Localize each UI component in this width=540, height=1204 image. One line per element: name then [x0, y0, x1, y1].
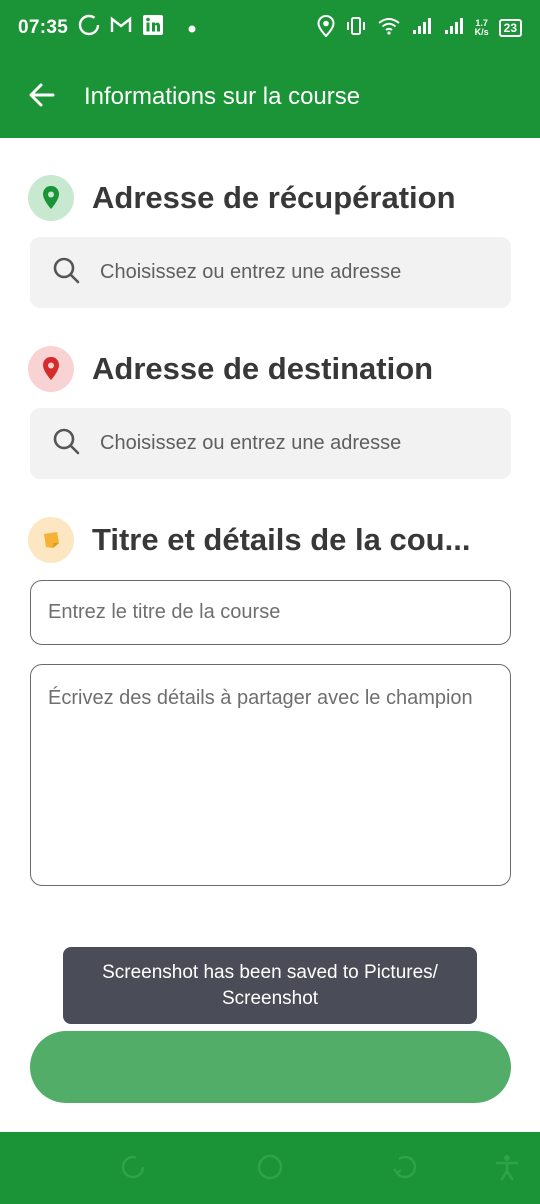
- toast-text: Screenshot has been saved to Pictures/ S…: [102, 961, 438, 1009]
- network-speed-unit: K/s: [474, 27, 489, 37]
- course-details-placeholder: Écrivez des détails à partager avec le c…: [48, 687, 473, 709]
- details-section-header: Titre et détails de la cou...: [28, 517, 470, 563]
- wifi-icon: [377, 16, 401, 40]
- network-speed: 1.7 K/s: [475, 19, 489, 37]
- dot-icon: [188, 17, 196, 39]
- destination-title: Adresse de destination: [92, 351, 434, 386]
- status-left: 07:35: [18, 14, 196, 42]
- back-icon: [391, 1153, 419, 1186]
- submit-button[interactable]: [30, 1031, 511, 1103]
- linkedin-icon: [142, 14, 164, 42]
- signal-icon: [443, 16, 465, 40]
- status-right: 1.7 K/s 23: [317, 14, 522, 41]
- recents-icon: [119, 1153, 147, 1186]
- search-icon: [52, 256, 80, 289]
- accessibility-icon: [493, 1153, 521, 1186]
- toolbar: Informations sur la course: [0, 60, 540, 134]
- circle-outline-icon: [78, 14, 100, 42]
- pickup-search-placeholder: Choisissez ou entrez une adresse: [100, 261, 402, 283]
- back-nav-button[interactable]: [390, 1154, 420, 1184]
- status-bar: 07:35 1.7 K/s 23: [0, 0, 540, 56]
- vibrate-icon: [345, 16, 367, 40]
- course-title-placeholder: Entrez le titre de la course: [48, 601, 281, 623]
- signal-icon: [411, 16, 433, 40]
- back-button[interactable]: [26, 81, 58, 113]
- location-icon: [317, 14, 335, 41]
- status-time: 07:35: [18, 17, 69, 38]
- app-bar: 07:35 1.7 K/s 23 Informations sur la cou…: [0, 0, 540, 138]
- home-button[interactable]: [255, 1154, 285, 1184]
- pickup-title: Adresse de récupération: [92, 180, 456, 215]
- destination-section-header: Adresse de destination: [28, 346, 433, 392]
- gmail-icon: [110, 16, 132, 40]
- search-icon: [52, 427, 80, 460]
- page-title: Informations sur la course: [84, 83, 361, 110]
- accessibility-button[interactable]: [492, 1154, 522, 1184]
- details-title: Titre et détails de la cou...: [92, 522, 471, 557]
- recents-button[interactable]: [118, 1154, 148, 1184]
- battery-icon: 23: [498, 19, 522, 37]
- battery-level: 23: [503, 21, 517, 35]
- note-icon: [28, 517, 74, 563]
- home-icon: [256, 1153, 284, 1186]
- destination-search-placeholder: Choisissez ou entrez une adresse: [100, 432, 402, 454]
- course-title-input[interactable]: Entrez le titre de la course: [30, 580, 511, 645]
- location-pin-icon: [28, 175, 74, 221]
- course-details-textarea[interactable]: Écrivez des détails à partager avec le c…: [30, 664, 511, 886]
- system-nav-bar: [0, 1132, 540, 1204]
- location-pin-icon: [28, 346, 74, 392]
- pickup-search-input[interactable]: Choisissez ou entrez une adresse: [30, 237, 511, 308]
- destination-search-input[interactable]: Choisissez ou entrez une adresse: [30, 408, 511, 479]
- arrow-left-icon: [28, 81, 56, 114]
- pickup-section-header: Adresse de récupération: [28, 175, 456, 221]
- toast-message: Screenshot has been saved to Pictures/ S…: [63, 947, 477, 1024]
